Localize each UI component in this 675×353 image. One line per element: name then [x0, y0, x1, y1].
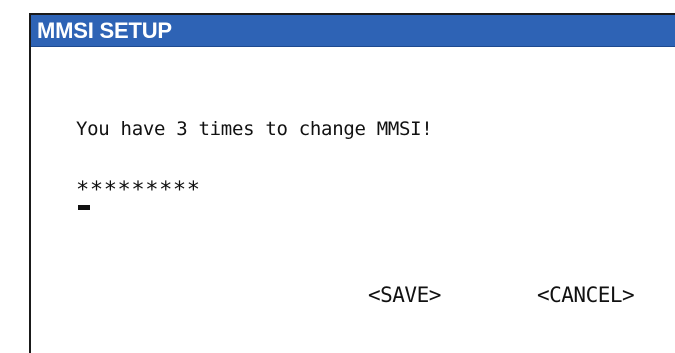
cancel-button[interactable]: <CANCEL> — [537, 283, 635, 307]
save-button[interactable]: <SAVE> — [368, 283, 441, 307]
mmsi-input-field[interactable]: ********* — [76, 178, 201, 203]
title-bar: MMSI SETUP — [31, 15, 675, 47]
text-cursor — [78, 205, 90, 210]
mmsi-setup-dialog: MMSI SETUP You have 3 times to change MM… — [29, 13, 675, 353]
change-limit-message: You have 3 times to change MMSI! — [76, 118, 433, 140]
dialog-title: MMSI SETUP — [37, 18, 172, 43]
